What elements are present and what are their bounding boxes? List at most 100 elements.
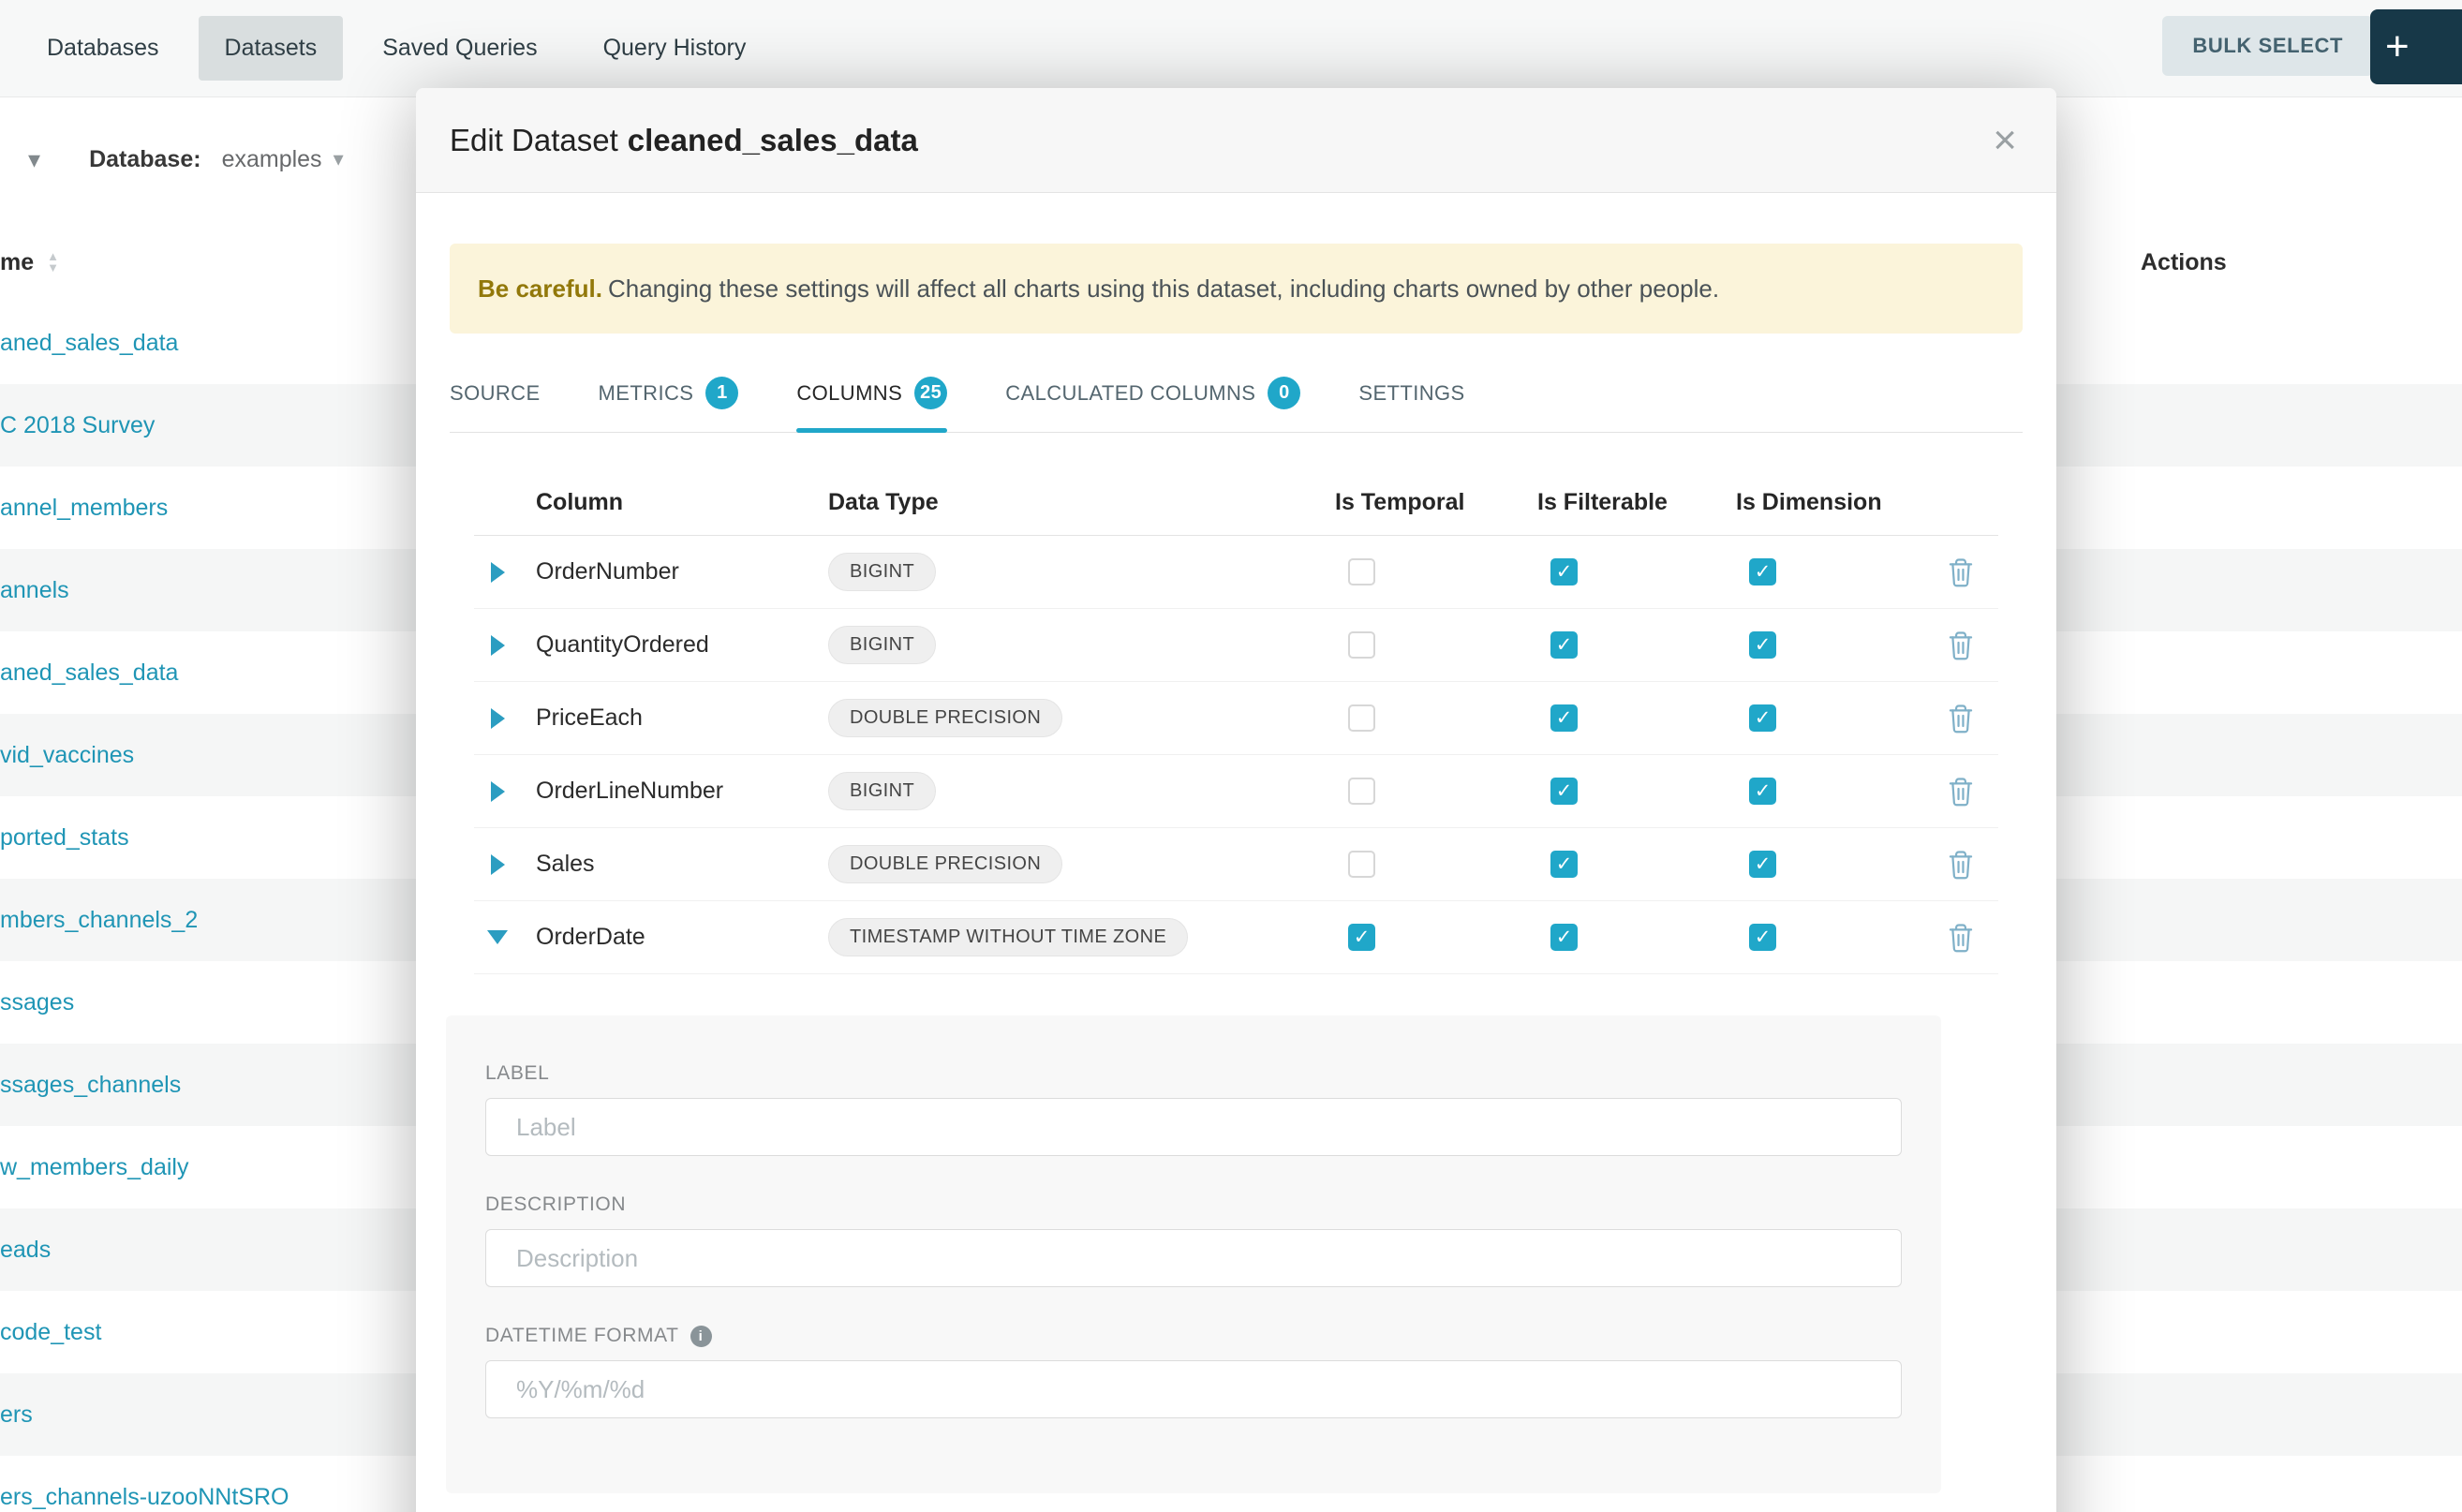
data-type-pill: DOUBLE PRECISION [828,699,1062,737]
dataset-link[interactable]: ported_stats [0,824,129,852]
is-temporal-checkbox[interactable] [1348,924,1375,951]
column-row: QuantityOrdered BIGINT [474,609,1998,682]
tab-source[interactable]: SOURCE [450,377,541,432]
tab-label: COLUMNS [796,381,902,406]
is-temporal-checkbox[interactable] [1348,631,1375,659]
column-detail-panel: LABEL DESCRIPTION DATETIME FORMAT i [446,1015,1941,1493]
modal-title-prefix: Edit Dataset [450,123,618,157]
dataset-link[interactable]: ssages [0,989,74,1016]
column-row: PriceEach DOUBLE PRECISION [474,682,1998,755]
dataset-link[interactable]: ers [0,1401,33,1429]
nav-tab-saved-queries[interactable]: Saved Queries [356,16,563,81]
datetime-format-input[interactable] [485,1360,1902,1418]
dataset-link[interactable]: annels [0,577,69,604]
delete-column-icon[interactable] [1947,850,1975,880]
tab-settings[interactable]: SETTINGS [1358,377,1464,432]
column-row: OrderNumber BIGINT [474,536,1998,609]
close-icon[interactable]: × [1987,120,2023,161]
is-filterable-checkbox[interactable] [1550,778,1578,805]
is-temporal-checkbox[interactable] [1348,778,1375,805]
dataset-link[interactable]: ers_channels-uzooNNtSRO [0,1484,289,1511]
nav-tab-databases[interactable]: Databases [21,16,185,81]
nav-tab-query-history[interactable]: Query History [577,16,773,81]
nav-tab-datasets[interactable]: Datasets [199,16,344,81]
chevron-down-icon[interactable]: ▾ [334,147,344,171]
is-filterable-checkbox[interactable] [1550,631,1578,659]
is-filterable-checkbox[interactable] [1550,558,1578,586]
dataset-link[interactable]: aned_sales_data [0,330,178,357]
data-type-pill: DOUBLE PRECISION [828,845,1062,883]
delete-column-icon[interactable] [1947,557,1975,587]
modal-title-dataset-name: cleaned_sales_data [628,123,918,157]
bulk-select-button[interactable]: BULK SELECT [2162,16,2373,76]
column-name: PriceEach [521,704,813,732]
tab-calculated-columns[interactable]: CALCULATED COLUMNS 0 [1005,377,1300,432]
modal-title: Edit Dataset cleaned_sales_data [450,123,918,158]
is-dimension-checkbox[interactable] [1749,704,1776,732]
is-filterable-checkbox[interactable] [1550,851,1578,878]
add-dataset-button[interactable]: + [2370,9,2462,84]
column-name: OrderLineNumber [521,778,813,805]
is-dimension-checkbox[interactable] [1749,778,1776,805]
label-text: LABEL [485,1062,549,1085]
dataset-link[interactable]: mbers_channels_2 [0,907,198,934]
dataset-link[interactable]: w_members_daily [0,1154,188,1181]
tab-columns[interactable]: COLUMNS 25 [796,377,947,432]
tab-count-badge: 25 [914,377,947,409]
label-text: DATETIME FORMAT [485,1325,679,1347]
column-name: OrderDate [521,924,813,951]
database-filter-value[interactable]: examples [222,146,322,173]
datetime-format-field-label: DATETIME FORMAT i [485,1325,1902,1347]
expand-caret-icon[interactable] [491,562,505,583]
is-filterable-checkbox[interactable] [1550,924,1578,951]
dataset-link[interactable]: ssages_channels [0,1072,181,1099]
is-filterable-checkbox[interactable] [1550,704,1578,732]
expand-caret-icon[interactable] [491,781,505,802]
info-icon[interactable]: i [690,1326,712,1347]
data-type-pill: BIGINT [828,772,936,810]
expand-caret-icon[interactable] [491,635,505,656]
dataset-link[interactable]: aned_sales_data [0,660,178,687]
is-dimension-header: Is Dimension [1721,489,1923,516]
collapse-caret-icon[interactable] [487,930,508,944]
sort-icon[interactable]: ▲ ▼ [47,251,59,274]
chevron-down-icon[interactable]: ▾ [28,145,40,174]
column-name: Sales [521,851,813,878]
tab-label: CALCULATED COLUMNS [1005,381,1255,406]
label-field: LABEL [485,1062,1902,1156]
tab-label: METRICS [599,381,694,406]
columns-table: Column Data Type Is Temporal Is Filterab… [474,470,1998,974]
expand-caret-icon[interactable] [491,854,505,875]
is-dimension-checkbox[interactable] [1749,631,1776,659]
delete-column-icon[interactable] [1947,777,1975,807]
datetime-format-field: DATETIME FORMAT i [485,1325,1902,1418]
data-type-pill: BIGINT [828,626,936,664]
top-navigation-bar: Databases Datasets Saved Queries Query H… [0,0,2462,97]
is-dimension-checkbox[interactable] [1749,851,1776,878]
is-dimension-checkbox[interactable] [1749,924,1776,951]
dataset-link[interactable]: vid_vaccines [0,742,134,769]
tab-count-badge: 1 [705,377,738,409]
dataset-link[interactable]: annel_members [0,495,168,522]
is-temporal-checkbox[interactable] [1348,558,1375,586]
tab-count-badge: 0 [1268,377,1300,409]
dataset-link[interactable]: C 2018 Survey [0,412,155,439]
column-name: QuantityOrdered [521,631,813,659]
dataset-link[interactable]: code_test [0,1319,101,1346]
columns-table-header: Column Data Type Is Temporal Is Filterab… [474,470,1998,536]
tab-label: SOURCE [450,381,541,406]
is-temporal-checkbox[interactable] [1348,704,1375,732]
label-input[interactable] [485,1098,1902,1156]
column-row: OrderDate TIMESTAMP WITHOUT TIME ZONE [474,901,1998,974]
is-dimension-checkbox[interactable] [1749,558,1776,586]
modal-header: Edit Dataset cleaned_sales_data × [416,88,2056,193]
is-temporal-checkbox[interactable] [1348,851,1375,878]
expand-caret-icon[interactable] [491,708,505,729]
description-input[interactable] [485,1229,1902,1287]
dataset-link[interactable]: eads [0,1237,51,1264]
tab-metrics[interactable]: METRICS 1 [599,377,739,432]
delete-column-icon[interactable] [1947,630,1975,660]
delete-column-icon[interactable] [1947,923,1975,953]
label-field-label: LABEL [485,1062,1902,1085]
delete-column-icon[interactable] [1947,704,1975,734]
